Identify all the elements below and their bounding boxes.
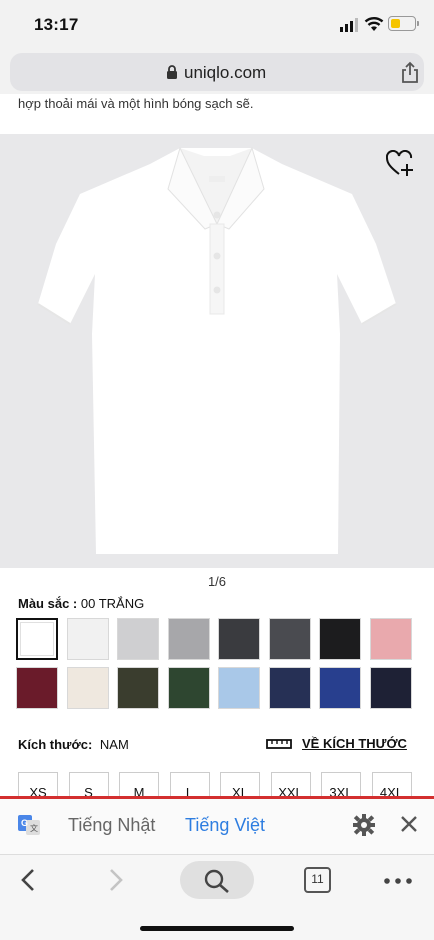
size-option[interactable]: L <box>169 772 210 796</box>
size-option[interactable]: M <box>119 772 159 796</box>
color-swatch[interactable] <box>117 618 159 660</box>
browser-toolbar: 11 <box>0 854 434 940</box>
status-bar: 13:17 <box>0 0 434 50</box>
source-language-tab[interactable]: Tiếng Nhật <box>68 815 155 836</box>
size-option[interactable]: 3XL <box>321 772 361 796</box>
wifi-icon <box>364 17 384 31</box>
target-language-tab[interactable]: Tiếng Việt <box>185 815 265 836</box>
share-icon[interactable] <box>400 61 420 83</box>
svg-text:G: G <box>21 818 28 828</box>
color-swatch[interactable] <box>319 667 361 709</box>
status-time: 13:17 <box>34 15 79 34</box>
lock-icon <box>167 65 177 79</box>
search-icon <box>204 869 229 893</box>
color-swatch[interactable] <box>16 618 58 660</box>
size-option[interactable]: S <box>68 772 109 796</box>
color-swatch[interactable] <box>66 618 109 660</box>
color-swatch[interactable] <box>218 618 260 660</box>
image-counter: 1/6 <box>207 574 227 589</box>
color-swatch[interactable] <box>268 667 311 709</box>
size-label-title: Kích thước: <box>18 737 93 752</box>
polo-shirt-image <box>37 146 397 554</box>
ruler-icon <box>266 739 292 749</box>
color-swatch[interactable] <box>16 667 58 709</box>
translate-bar: G 文 Tiếng Nhật Tiếng Việt <box>0 796 434 854</box>
cellular-signal-icon <box>340 18 358 32</box>
size-guide-link[interactable]: VỀ KÍCH THƯỚC <box>302 736 407 751</box>
size-option[interactable]: XXL <box>270 772 311 796</box>
svg-text:文: 文 <box>30 823 38 833</box>
close-icon[interactable] <box>400 815 418 833</box>
size-option[interactable]: 4XL <box>371 772 412 796</box>
address-bar[interactable]: uniqlo.com <box>10 53 424 91</box>
screen: 13:17 uniqlo.com hợp thoải mái và một hì… <box>0 0 434 940</box>
color-swatch[interactable] <box>218 667 260 709</box>
color-swatch[interactable] <box>369 667 412 709</box>
size-option[interactable]: XS <box>18 772 58 796</box>
color-swatch[interactable] <box>117 667 159 709</box>
color-label: Màu sắc : 00 TRẮNG <box>18 596 144 611</box>
gear-icon[interactable] <box>353 814 375 836</box>
color-swatch[interactable] <box>268 618 311 660</box>
color-swatch[interactable] <box>66 667 109 709</box>
color-swatch[interactable] <box>319 618 361 660</box>
product-image[interactable] <box>0 134 434 568</box>
size-value: NAM <box>99 737 129 752</box>
address-bar-area: uniqlo.com <box>0 50 434 94</box>
size-label: Kích thước: NAM <box>18 737 129 752</box>
battery-icon <box>388 16 416 31</box>
battery-cap <box>417 21 419 26</box>
search-button[interactable] <box>180 861 254 899</box>
back-icon[interactable] <box>18 867 40 893</box>
home-indicator <box>140 926 294 931</box>
add-to-wishlist-icon[interactable] <box>386 150 416 178</box>
color-swatch[interactable] <box>167 618 210 660</box>
tabs-button[interactable]: 11 <box>304 867 331 893</box>
forward-icon[interactable] <box>104 867 126 893</box>
size-option[interactable]: XL <box>220 772 260 796</box>
color-swatch[interactable] <box>167 667 210 709</box>
google-translate-icon: G 文 <box>18 815 40 835</box>
color-label-title: Màu sắc : <box>18 596 78 611</box>
more-icon[interactable] <box>384 878 412 884</box>
product-page: hợp thoải mái và một hình bóng sạch sẽ. <box>0 94 434 796</box>
product-description: hợp thoải mái và một hình bóng sạch sẽ. <box>18 96 254 111</box>
url-text: uniqlo.com <box>184 63 267 82</box>
color-swatch[interactable] <box>369 618 412 660</box>
color-value: 00 TRẮNG <box>80 596 145 611</box>
